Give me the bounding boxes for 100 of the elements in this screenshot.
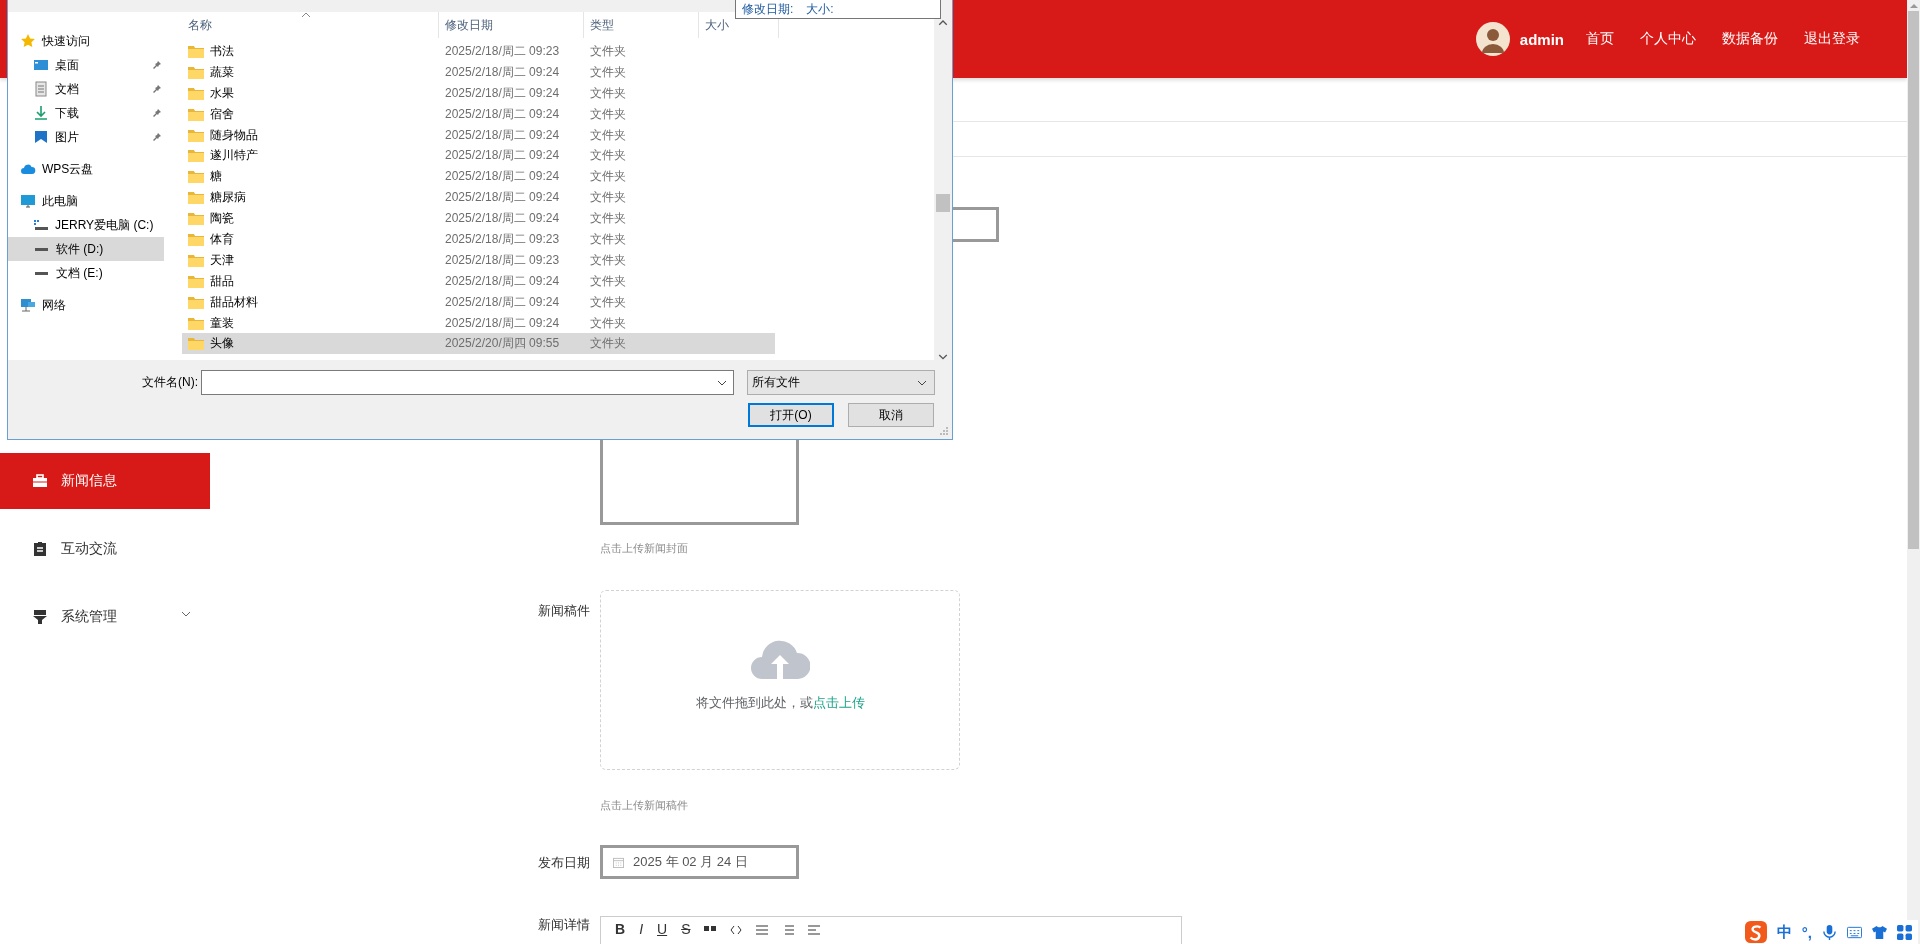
file-name: 书法 <box>210 42 234 60</box>
nav-link[interactable]: 退出登录 <box>1804 30 1860 48</box>
column-header[interactable]: 名称 <box>182 12 439 38</box>
file-row[interactable]: 体育 2025/2/18/周二 09:23 文件夹 <box>182 229 775 250</box>
file-name: 糖 <box>210 168 222 186</box>
file-type: 文件夹 <box>590 147 626 165</box>
file-row[interactable]: 遂川特产 2025/2/18/周二 09:24 文件夹 <box>182 145 775 167</box>
scrollbar-thumb[interactable] <box>936 193 950 213</box>
column-header[interactable]: 类型 <box>584 12 699 38</box>
dialog-button[interactable]: 打开(O) <box>748 403 834 427</box>
navigation-item[interactable]: 网络 <box>8 293 164 317</box>
file-type: 文件夹 <box>590 84 626 102</box>
navigation-item[interactable]: 快速访问 <box>8 29 164 53</box>
navigation-item[interactable]: WPS云盘 <box>8 157 164 181</box>
file-row[interactable]: 天津 2025/2/18/周二 09:23 文件夹 <box>182 249 775 271</box>
file-type: 文件夹 <box>590 251 626 269</box>
file-type: 文件夹 <box>590 42 626 60</box>
navigation-item[interactable]: 此电脑 <box>8 189 164 213</box>
file-row[interactable]: 童装 2025/2/18/周二 09:24 文件夹 <box>182 312 775 334</box>
file-name: 糖尿病 <box>210 189 246 207</box>
list-icon[interactable] <box>756 924 769 936</box>
align-icon[interactable] <box>808 924 821 936</box>
navigation-item[interactable]: 文档 <box>8 77 164 101</box>
shirt-icon[interactable] <box>1872 924 1887 940</box>
file-name-field[interactable] <box>201 370 734 395</box>
folder-icon <box>188 316 204 330</box>
column-header[interactable]: 修改日期 <box>439 12 584 38</box>
file-row[interactable]: 随身物品 2025/2/18/周二 09:24 文件夹 <box>182 124 775 146</box>
nav-link[interactable]: 首页 <box>1586 30 1614 48</box>
chevron-up-icon[interactable] <box>938 20 948 26</box>
scroll-up-icon[interactable] <box>1909 3 1918 8</box>
file-type-dropdown[interactable]: 所有文件 <box>747 370 935 395</box>
file-name: 宿舍 <box>210 105 234 123</box>
navigation-item[interactable]: JERRY爱电脑 (C:) <box>8 213 164 237</box>
navigation-item[interactable]: 文档 (E:) <box>8 261 164 285</box>
file-type: 文件夹 <box>590 335 626 353</box>
scrollbar-thumb[interactable] <box>1908 11 1919 549</box>
file-row[interactable]: 水果 2025/2/18/周二 09:24 文件夹 <box>182 82 775 104</box>
file-type: 文件夹 <box>590 293 626 311</box>
navigation-item[interactable]: 图片 <box>8 125 164 149</box>
file-row[interactable]: 糖尿病 2025/2/18/周二 09:24 文件夹 <box>182 187 775 209</box>
sidebar-item[interactable]: 新闻信息 <box>0 453 210 509</box>
chevron-down-icon[interactable] <box>938 354 948 360</box>
toolbar-button[interactable]: I <box>639 921 643 937</box>
navigation-item[interactable]: 下载 <box>8 101 164 125</box>
file-row[interactable]: 甜品 2025/2/18/周二 09:24 文件夹 <box>182 270 775 292</box>
file-row[interactable]: 蔬菜 2025/2/18/周二 09:24 文件夹 <box>182 61 775 83</box>
input-mode-toggle[interactable]: 中 <box>1776 922 1792 942</box>
file-row[interactable]: 头像 2025/2/20/周四 09:55 文件夹 <box>182 333 775 355</box>
code-icon[interactable] <box>730 924 743 936</box>
desktop-icon <box>33 57 49 73</box>
dialog-button[interactable]: 取消 <box>848 403 934 427</box>
modified-date: 2025/2/20/周四 09:55 <box>445 335 560 353</box>
file-name: 蔬菜 <box>210 63 234 81</box>
file-row[interactable]: 糖 2025/2/18/周二 09:24 文件夹 <box>182 166 775 188</box>
modified-date: 2025/2/18/周二 09:23 <box>445 251 560 269</box>
sidebar-item[interactable]: 系统管理 <box>0 589 210 645</box>
scrollbar[interactable] <box>1907 0 1920 944</box>
file-row[interactable]: 宿舍 2025/2/18/周二 09:24 文件夹 <box>182 103 775 125</box>
file-row[interactable]: 陶瓷 2025/2/18/周二 09:24 文件夹 <box>182 208 775 229</box>
list-icon[interactable] <box>782 924 795 936</box>
modified-date: 2025/2/18/周二 09:24 <box>445 126 560 144</box>
navigation-item[interactable]: 软件 (D:) <box>8 237 164 261</box>
star-icon <box>20 33 36 49</box>
nav-link[interactable]: 数据备份 <box>1722 30 1778 48</box>
toolbar-button[interactable]: U <box>657 921 668 937</box>
file-row[interactable]: 书法 2025/2/18/周二 09:23 文件夹 <box>182 41 775 62</box>
navigation-item[interactable]: 桌面 <box>8 53 164 77</box>
chevron-down-icon[interactable] <box>717 380 727 386</box>
field-label: 发布日期 <box>538 855 590 870</box>
toolbar-button[interactable]: B <box>615 921 626 937</box>
toolbar-button[interactable]: S <box>681 921 691 937</box>
resize-grip-icon[interactable] <box>940 427 948 435</box>
network-icon <box>20 297 36 313</box>
file-name: 头像 <box>210 335 234 353</box>
avatar-icon <box>1475 22 1510 56</box>
modified-date: 2025/2/18/周二 09:24 <box>445 147 560 165</box>
folder-icon <box>188 212 204 226</box>
modified-date: 2025/2/18/周二 09:24 <box>445 293 560 311</box>
grid-icon[interactable] <box>1897 924 1912 940</box>
chevron-down-icon <box>917 379 927 386</box>
file-name: 甜品材料 <box>210 293 258 311</box>
input-method-logo-icon[interactable] <box>1744 921 1767 943</box>
date-field[interactable]: 2025 年 02 月 24 日 <box>600 845 799 879</box>
file-name: 水果 <box>210 84 234 102</box>
field-label: 新闻稿件 <box>538 603 590 618</box>
punctuation-toggle[interactable]: °, <box>1801 923 1812 941</box>
nav-link[interactable]: 个人中心 <box>1640 30 1696 48</box>
file-drop-zone[interactable]: 将文件拖到此处，或点击上传 <box>600 590 960 770</box>
modified-date: 2025/2/18/周二 09:24 <box>445 314 560 332</box>
funnel-icon <box>33 610 47 624</box>
folder-icon <box>188 149 204 163</box>
microphone-icon[interactable] <box>1822 924 1837 940</box>
modified-date: 2025/2/18/周二 09:23 <box>445 230 560 248</box>
sidebar-item[interactable]: 互动交流 <box>0 521 210 577</box>
file-row[interactable]: 甜品材料 2025/2/18/周二 09:24 文件夹 <box>182 291 775 313</box>
file-name: 童装 <box>210 314 234 332</box>
rich-text-editor[interactable]: B I U S <box>600 916 1182 944</box>
drive-icon <box>33 217 49 233</box>
keyboard-icon[interactable] <box>1847 924 1862 940</box>
